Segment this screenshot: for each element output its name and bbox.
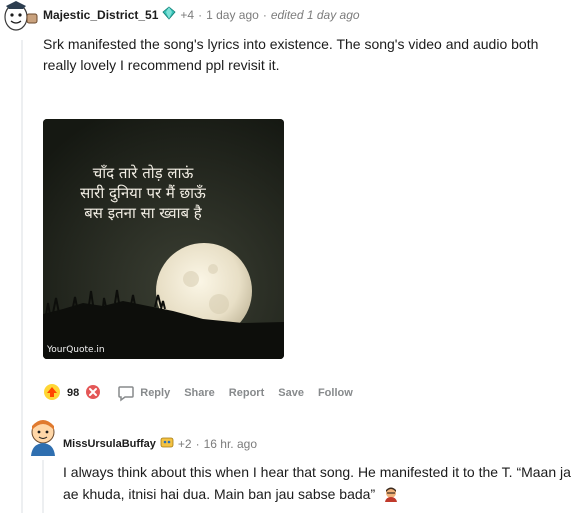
award-icon[interactable] bbox=[160, 435, 174, 452]
poem-line: बस इतना सा ख्वाब है bbox=[84, 204, 202, 222]
vote-score: 98 bbox=[67, 387, 80, 399]
comment-text: I always think about this when I hear th… bbox=[63, 464, 571, 502]
comment-icon bbox=[118, 386, 134, 402]
upvote-icon[interactable] bbox=[43, 383, 61, 404]
downvote-icon[interactable] bbox=[85, 384, 101, 403]
emoji-icon bbox=[383, 486, 399, 508]
watermark: YourQuote.in bbox=[47, 345, 105, 355]
follow-button[interactable]: Follow bbox=[318, 387, 353, 399]
comment-timestamp[interactable]: 16 hr. ago bbox=[204, 437, 257, 451]
thread-line[interactable] bbox=[21, 40, 23, 513]
meta-separator: · bbox=[195, 436, 200, 451]
comment-timestamp[interactable]: 1 day ago bbox=[206, 8, 259, 22]
avatar[interactable] bbox=[26, 418, 60, 456]
moon-scene bbox=[43, 119, 284, 359]
poem-line: चाँद तारे तोड़ लाऊं bbox=[92, 164, 194, 182]
comment-body: I always think about this when I hear th… bbox=[63, 461, 573, 508]
image-text: चाँद तारे तोड़ लाऊं सारी दुनिया पर मैं छ… bbox=[43, 163, 243, 223]
reply-label: Reply bbox=[140, 387, 171, 399]
meta-separator: · bbox=[198, 7, 203, 22]
poem-line: सारी दुनिया पर मैं छाऊँ bbox=[80, 184, 206, 202]
comment-image[interactable]: चाँद तारे तोड़ लाऊं सारी दुनिया पर मैं छ… bbox=[43, 119, 284, 359]
meta-separator: · bbox=[262, 7, 267, 22]
avatar[interactable] bbox=[2, 0, 40, 34]
thread-line[interactable] bbox=[42, 460, 44, 513]
report-button[interactable]: Report bbox=[229, 387, 264, 399]
save-button[interactable]: Save bbox=[278, 387, 304, 399]
edited-label: edited 1 day ago bbox=[270, 7, 360, 22]
award-count[interactable]: +2 bbox=[178, 437, 192, 451]
comment-body: Srk manifested the song's lyrics into ex… bbox=[43, 36, 539, 73]
award-icon[interactable] bbox=[162, 6, 176, 23]
reply-button[interactable]: Reply bbox=[117, 384, 170, 402]
comment-author[interactable]: Majestic_District_51 bbox=[43, 8, 158, 22]
comment-actions: 98 Reply Share Report Save Follow bbox=[43, 383, 367, 403]
award-count[interactable]: +4 bbox=[180, 8, 194, 22]
comment-author[interactable]: MissUrsulaBuffay bbox=[63, 438, 156, 450]
share-button[interactable]: Share bbox=[184, 387, 215, 399]
